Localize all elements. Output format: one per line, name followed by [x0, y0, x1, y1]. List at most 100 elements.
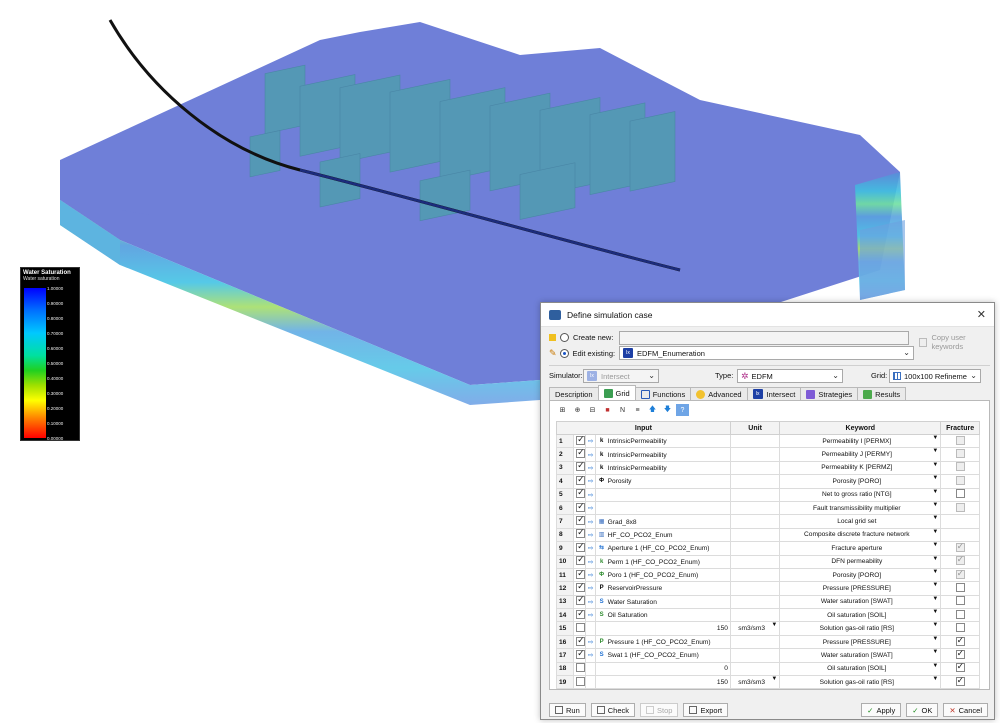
table-row[interactable]: 14⇨SOil SaturationOil saturation [SOIL]▼: [555, 608, 980, 623]
copy-user-keywords-checkbox[interactable]: [919, 337, 928, 347]
keyword-cell[interactable]: Solution gas-oil ratio [RS] ▼: [779, 621, 942, 636]
table-row[interactable]: 16⇨PPressure 1 (HF_CO_PCO2_Enum)Pressure…: [555, 634, 980, 650]
input-cell[interactable]: Φ Poro 1 (HF_CO_PCO2_Enum): [594, 567, 731, 583]
fracture-checkbox[interactable]: [955, 475, 965, 485]
row-enabled-checkbox[interactable]: [576, 610, 585, 619]
drop-input-arrow-icon[interactable]: ⇨: [588, 492, 594, 499]
apply-button[interactable]: ✓ Apply: [861, 703, 902, 717]
sort-icon[interactable]: ≡: [631, 404, 644, 416]
row-enabled-checkbox[interactable]: [576, 676, 585, 686]
fracture-checkbox[interactable]: [955, 569, 965, 579]
fracture-checkbox[interactable]: [955, 489, 965, 499]
table-row[interactable]: 3⇨kIntrinsicPermeabilityPermeability K […: [555, 460, 980, 476]
row-enabled-checkbox[interactable]: [576, 623, 585, 633]
drop-input-arrow-icon[interactable]: ⇨: [588, 612, 594, 619]
keyword-cell[interactable]: Fracture aperture ▼: [779, 541, 942, 556]
keyword-dropdown-icon[interactable]: ▼: [932, 663, 938, 668]
table-row[interactable]: 7⇨▦Grad_8x8Local grid set▼: [555, 514, 980, 529]
row-enabled-checkbox[interactable]: [576, 569, 585, 579]
fracture-checkbox[interactable]: [955, 596, 965, 606]
fracture-checkbox[interactable]: [955, 462, 965, 472]
delete-row-icon[interactable]: ⊟: [586, 404, 599, 416]
run-button[interactable]: Run: [549, 703, 586, 717]
grid-select[interactable]: 100x100 Refineme ⌄: [889, 369, 981, 383]
fracture-checkbox[interactable]: [955, 677, 965, 686]
table-row[interactable]: 8⇨▥HF_CO_PCO2_EnumComposite discrete fra…: [555, 527, 980, 543]
drop-input-arrow-icon[interactable]: ⇨: [588, 438, 594, 445]
table-row[interactable]: 13⇨SWater SaturationWater saturation [SW…: [555, 594, 980, 610]
drop-input-arrow-icon[interactable]: ⇨: [588, 545, 594, 552]
keyword-cell[interactable]: Water saturation [SWAT] ▼: [779, 648, 942, 663]
tab-intersect[interactable]: Ix Intersect: [746, 387, 802, 400]
clear-icon[interactable]: ■: [601, 404, 614, 416]
unit-cell[interactable]: sm3/sm3 ▼: [729, 621, 781, 636]
row-enabled-checkbox[interactable]: [576, 663, 585, 673]
input-cell[interactable]: k IntrinsicPermeability: [594, 447, 731, 462]
keyword-dropdown-icon[interactable]: ▼: [932, 556, 938, 561]
drop-input-arrow-icon[interactable]: ⇨: [588, 532, 594, 539]
close-icon[interactable]: ✕: [977, 308, 986, 321]
keyword-cell[interactable]: Permeability K [PERMZ] ▼: [779, 460, 942, 476]
input-cell[interactable]: ⇆ Aperture 1 (HF_CO_PCO2_Enum): [594, 541, 731, 556]
cancel-button[interactable]: ✕ Cancel: [943, 703, 988, 717]
row-enabled-checkbox[interactable]: [576, 476, 585, 485]
type-select[interactable]: ✲ EDFM ⌄: [737, 369, 843, 383]
table-row[interactable]: 10⇨kPerm 1 (HF_CO_PCO2_Enum)DFN permeabi…: [555, 554, 980, 569]
row-enabled-checkbox[interactable]: [576, 636, 585, 646]
edit-existing-radio[interactable]: [559, 349, 569, 358]
input-cell[interactable]: ▦ Grad_8x8: [594, 514, 731, 529]
simulator-select[interactable]: Ix Intersect ⌄: [583, 369, 659, 383]
table-row[interactable]: 19 150 sm3/sm3 ▼ Solution gas-oil ratio [RS]…: [555, 675, 980, 690]
fracture-checkbox[interactable]: [955, 663, 965, 673]
drop-input-arrow-icon[interactable]: ⇨: [588, 639, 594, 646]
input-cell[interactable]: 150: [594, 675, 731, 690]
keyword-cell[interactable]: Local grid set ▼: [779, 514, 942, 529]
keyword-dropdown-icon[interactable]: ▼: [932, 569, 938, 574]
input-cell[interactable]: [594, 487, 731, 502]
check-button[interactable]: Check: [590, 703, 636, 717]
keyword-cell[interactable]: Pressure [PRESSURE] ▼: [779, 634, 942, 650]
table-row[interactable]: 18 0 Oil saturation [SOIL] ▼: [555, 661, 980, 677]
numbering-icon[interactable]: N: [616, 404, 629, 416]
keyword-dropdown-icon[interactable]: ▼: [932, 462, 938, 467]
table-row[interactable]: 4⇨ΦPorosityPorosity [PORO]▼: [555, 474, 980, 489]
table-row[interactable]: 17⇨SSwat 1 (HF_CO_PCO2_Enum)Water satura…: [555, 648, 980, 663]
input-cell[interactable]: ▥ HF_CO_PCO2_Enum: [594, 527, 731, 543]
fracture-checkbox[interactable]: [955, 636, 965, 646]
tab-functions[interactable]: Functions: [634, 387, 692, 400]
input-cell[interactable]: 150: [594, 621, 731, 636]
row-enabled-checkbox[interactable]: [576, 583, 585, 592]
input-cell[interactable]: k IntrinsicPermeability: [594, 460, 731, 476]
fracture-checkbox[interactable]: [955, 435, 965, 445]
table-row[interactable]: 15 150 sm3/sm3 ▼ Solution gas-oil ratio [RS]…: [555, 621, 980, 636]
fracture-checkbox[interactable]: [955, 582, 965, 592]
keyword-cell[interactable]: Composite discrete fracture network ▼: [779, 527, 942, 543]
keyword-cell[interactable]: DFN permeability ▼: [779, 554, 942, 569]
keyword-cell[interactable]: Solution gas-oil ratio [RS] ▼: [779, 675, 942, 690]
table-row[interactable]: 5 ⇨ Net to gross ratio [NTG] ▼: [555, 487, 980, 502]
insert-row-icon[interactable]: ⊞: [556, 404, 569, 416]
keyword-cell[interactable]: Oil saturation [SOIL] ▼: [779, 661, 942, 677]
row-enabled-checkbox[interactable]: [576, 650, 585, 659]
keyword-dropdown-icon[interactable]: ▼: [932, 596, 938, 601]
row-enabled-checkbox[interactable]: [576, 436, 585, 445]
tab-description[interactable]: Description: [549, 387, 599, 400]
table-row[interactable]: 1⇨kIntrinsicPermeabilityPermeability I […: [555, 433, 980, 449]
fracture-checkbox[interactable]: [955, 650, 965, 659]
input-cell[interactable]: 0: [594, 661, 731, 677]
keyword-dropdown-icon[interactable]: ▼: [932, 543, 938, 548]
drop-input-arrow-icon[interactable]: ⇨: [588, 652, 594, 659]
row-enabled-checkbox[interactable]: [576, 462, 585, 472]
input-cell[interactable]: S Swat 1 (HF_CO_PCO2_Enum): [594, 648, 731, 663]
tab-results[interactable]: Results: [857, 387, 907, 400]
create-new-radio[interactable]: [560, 333, 569, 342]
fracture-checkbox[interactable]: [955, 556, 965, 566]
keyword-dropdown-icon[interactable]: ▼: [932, 489, 938, 494]
tab-grid[interactable]: Grid: [597, 385, 636, 400]
input-cell[interactable]: P ReservoirPressure: [594, 581, 731, 596]
drop-input-arrow-icon[interactable]: ⇨: [588, 465, 594, 472]
table-row[interactable]: 6 ⇨ Fault transmissibility multiplier ▼: [555, 500, 980, 516]
input-cell[interactable]: k Perm 1 (HF_CO_PCO2_Enum): [594, 554, 731, 569]
keyword-cell[interactable]: Permeability I [PERMX] ▼: [779, 433, 942, 449]
row-enabled-checkbox[interactable]: [576, 449, 585, 459]
